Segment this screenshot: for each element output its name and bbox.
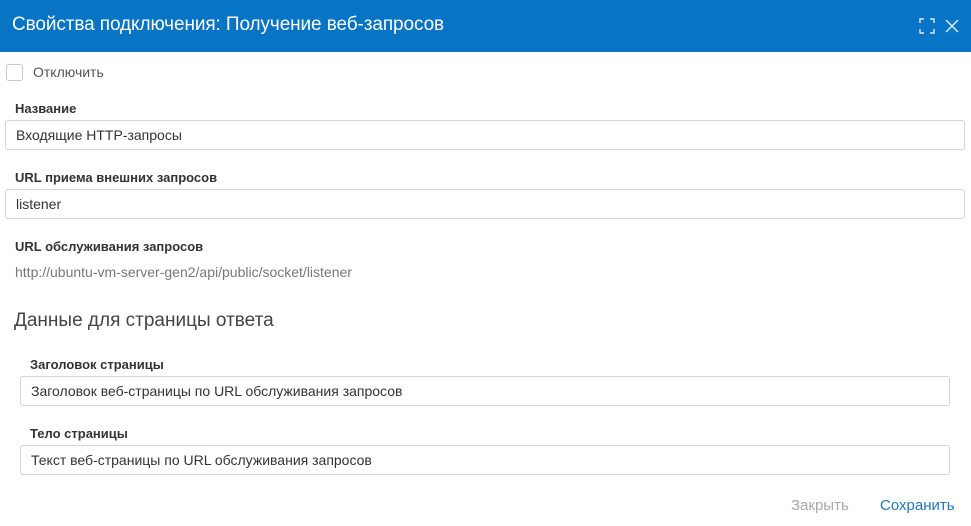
dialog-title: Свойства подключения: Получение веб-запр… xyxy=(12,14,445,35)
disable-label: Отключить xyxy=(33,64,104,80)
save-button[interactable]: Сохранить xyxy=(880,496,955,516)
close-icon[interactable] xyxy=(942,16,962,36)
maximize-icon[interactable] xyxy=(917,16,937,36)
close-button[interactable]: Закрыть xyxy=(791,496,849,516)
name-label: Название xyxy=(15,101,77,116)
page-title-input[interactable] xyxy=(20,376,950,406)
page-body-label: Тело страницы xyxy=(30,426,128,441)
name-input[interactable] xyxy=(5,120,965,150)
page-body-input[interactable] xyxy=(20,445,950,475)
page-title-label: Заголовок страницы xyxy=(30,357,164,372)
external-url-input[interactable] xyxy=(5,189,965,219)
dialog-titlebar: Свойства подключения: Получение веб-запр… xyxy=(0,0,971,52)
external-url-label: URL приема внешних запросов xyxy=(15,170,218,185)
service-url-value: http://ubuntu-vm-server-gen2/api/public/… xyxy=(15,264,352,280)
disable-checkbox[interactable] xyxy=(6,63,23,81)
disable-toggle[interactable]: Отключить xyxy=(6,62,104,82)
service-url-label: URL обслуживания запросов xyxy=(15,239,204,254)
response-section-title: Данные для страницы ответа xyxy=(14,310,274,331)
